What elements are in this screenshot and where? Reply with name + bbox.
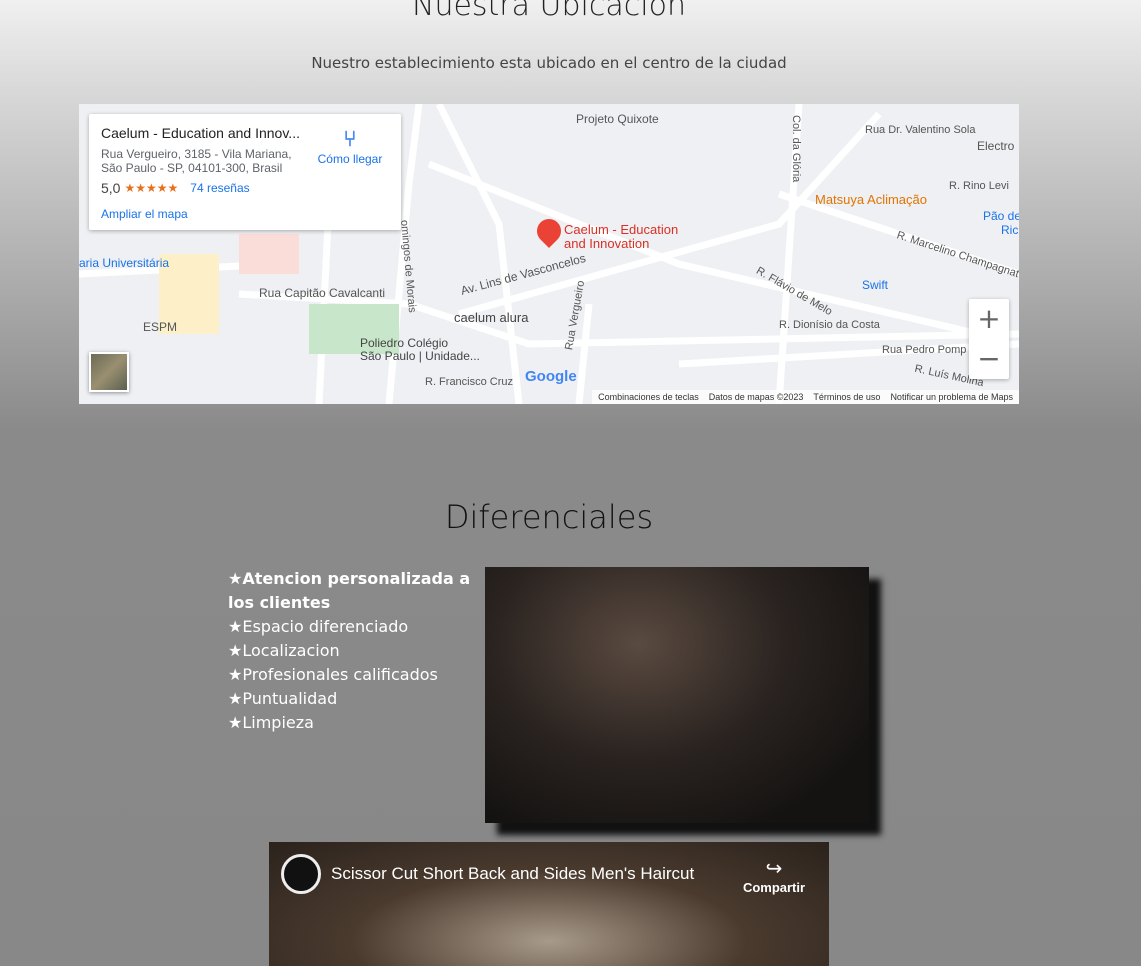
list-item: ★Limpieza [228,713,314,732]
satellite-layer-toggle[interactable] [89,352,129,392]
google-map[interactable]: Caelum - Education and Innov... Rua Verg… [79,104,1019,404]
list-item: ★Profesionales calificados [228,665,438,684]
map-label: Projeto Quixote [576,112,659,126]
map-label: R. Dionísio da Costa [779,319,880,331]
report-problem-link[interactable]: Notificar un problema de Maps [890,392,1013,402]
list-item: ★Localizacion [228,641,340,660]
map-label: Poliedro Colégio São Paulo | Unidade... [360,336,480,363]
map-data-text: Datos de mapas ©2023 [708,392,804,402]
place-address: Rua Vergueiro, 3185 - Vila Mariana, São P… [101,147,292,175]
map-label: Ric [1001,223,1019,237]
map-label: Rua Dr. Valentino Sola [865,124,976,136]
directions-button[interactable]: ⑂ Cómo llegar [315,126,385,166]
map-label: Electro [977,139,1015,153]
map-label: Swift [862,278,889,292]
map-label: Col. da Glória [790,115,802,183]
list-item: ★Puntualidad [228,689,338,708]
google-logo: Google [525,368,577,385]
share-icon: ↪ [765,856,783,880]
video-title[interactable]: Scissor Cut Short Back and Sides Men's H… [331,864,694,884]
location-subtitle: Nuestro establecimiento esta ubicado en … [311,54,787,72]
list-item: ★Atencion personalizada a los clientes [228,569,471,612]
zoom-controls: + − [969,299,1009,379]
directions-icon: ⑂ [343,126,357,151]
zoom-out-button[interactable]: − [969,339,1009,379]
map-label: R. Rino Levi [949,180,1009,192]
barber-photo [485,567,869,823]
keyboard-shortcuts-link[interactable]: Combinaciones de teclas [598,392,699,402]
map-label: ESPM [143,320,178,334]
reviews-link[interactable]: 74 reseñas [190,181,249,195]
youtube-video-embed[interactable]: Scissor Cut Short Back and Sides Men's H… [269,842,829,966]
share-button[interactable]: ↪ Compartir [739,856,809,895]
diferenciales-list: ★Atencion personalizada a los clientes ★… [228,567,478,735]
rating-value: 5,0 [101,180,121,196]
map-label: caelum alura [454,310,529,325]
map-label: Pão de [983,209,1019,223]
enlarge-map-link[interactable]: Ampliar el mapa [101,207,188,221]
marker-label: Caelum - Education and Innovation [564,222,679,251]
zoom-in-button[interactable]: + [969,299,1009,339]
diferenciales-title: Diferenciales [444,498,654,536]
terms-link[interactable]: Términos de uso [813,392,880,402]
list-item: ★Espacio diferenciado [228,617,409,636]
map-label: Rua Capitão Cavalcanti [259,286,386,300]
map-attribution: Combinaciones de teclas Datos de mapas ©… [592,390,1019,404]
map-label: R. Francisco Cruz [425,376,514,388]
map-label: Rua Pedro Pomp [882,344,967,356]
place-card: Caelum - Education and Innov... Rua Verg… [89,114,401,230]
map-label: aria Universitária [79,256,170,270]
place-name: Caelum - Education and Innov... [101,125,300,141]
channel-avatar[interactable] [281,854,321,894]
map-label: Matsuya Aclimação [815,192,927,207]
location-title: Nuestra Ubicacion [412,0,686,23]
rating-stars: ★★★★★ [124,181,179,195]
